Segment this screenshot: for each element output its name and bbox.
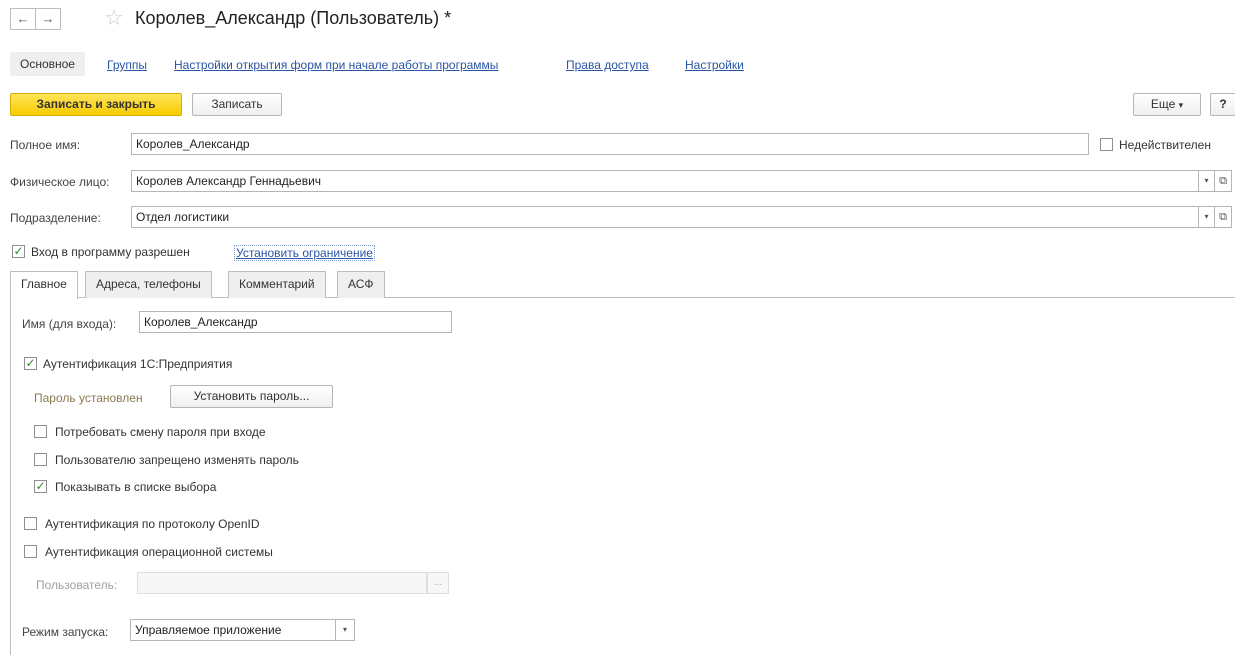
tab-main[interactable]: Главное — [10, 271, 78, 299]
department-input[interactable]: Отдел логистики — [131, 206, 1199, 228]
save-and-close-button[interactable]: Записать и закрыть — [10, 93, 182, 116]
password-status-label: Пароль установлен — [34, 391, 143, 405]
os-auth-checkbox[interactable] — [24, 545, 37, 558]
chevron-down-icon: ▾ — [1204, 212, 1209, 221]
forbid-change-checkbox[interactable] — [34, 453, 47, 466]
full-name-input[interactable]: Королев_Александр — [131, 133, 1089, 155]
nav-groups[interactable]: Группы — [107, 58, 147, 72]
forward-button[interactable]: → — [35, 8, 61, 30]
page-title: Королев_Александр (Пользователь) * — [135, 8, 452, 28]
back-button[interactable]: ← — [10, 8, 36, 30]
tab-asf[interactable]: АСФ — [337, 271, 385, 298]
arrow-right-icon: → — [41, 11, 55, 26]
login-allowed-label: Вход в программу разрешен — [31, 245, 190, 259]
os-user-select-button[interactable]: ... — [427, 572, 449, 594]
person-input[interactable]: Королев Александр Геннадьевич — [131, 170, 1199, 192]
set-restriction-link[interactable]: Установить ограничение — [234, 245, 375, 261]
os-user-input[interactable] — [137, 572, 427, 594]
arrow-left-icon: ← — [16, 11, 30, 26]
check-icon: ✓ — [25, 356, 36, 370]
launch-mode-label: Режим запуска: — [22, 625, 109, 639]
enterprise-auth-label: Аутентификация 1С:Предприятия — [43, 357, 233, 371]
tab-addresses[interactable]: Адреса, телефоны — [85, 271, 212, 298]
open-window-icon: ⧉ — [1219, 175, 1227, 187]
require-change-label: Потребовать смену пароля при входе — [55, 425, 266, 439]
login-name-input[interactable]: Королев_Александр — [139, 311, 452, 333]
forbid-change-label: Пользователю запрещено изменять пароль — [55, 453, 299, 467]
set-password-button[interactable]: Установить пароль... — [170, 385, 333, 408]
check-icon: ✓ — [13, 244, 24, 258]
login-name-label: Имя (для входа): — [22, 317, 117, 331]
department-label: Подразделение: — [10, 211, 101, 225]
nav-startup-forms[interactable]: Настройки открытия форм при начале работ… — [174, 58, 498, 72]
favorite-star-icon[interactable]: ☆ — [104, 5, 124, 31]
nav-main[interactable]: Основное — [10, 52, 85, 76]
full-name-label: Полное имя: — [10, 138, 81, 152]
invalid-checkbox[interactable] — [1100, 138, 1113, 151]
ellipsis-icon: ... — [433, 577, 443, 588]
more-button[interactable]: Еще ▾ — [1133, 93, 1201, 116]
tab-comment[interactable]: Комментарий — [228, 271, 326, 298]
open-window-icon: ⧉ — [1219, 211, 1227, 223]
launch-mode-dropdown-button[interactable]: ▾ — [335, 619, 355, 641]
launch-mode-select[interactable]: Управляемое приложение — [130, 619, 336, 641]
show-in-list-checkbox[interactable]: ✓ — [34, 480, 47, 493]
department-open-button[interactable]: ⧉ — [1215, 206, 1232, 228]
more-label: Еще — [1150, 97, 1176, 111]
chevron-down-icon: ▾ — [1178, 100, 1184, 110]
require-change-checkbox[interactable] — [34, 425, 47, 438]
openid-auth-label: Аутентификация по протоколу OpenID — [45, 517, 260, 531]
tab-panel-border — [10, 298, 11, 655]
person-dropdown-button[interactable]: ▾ — [1198, 170, 1215, 192]
enterprise-auth-checkbox[interactable]: ✓ — [24, 357, 37, 370]
help-button[interactable]: ? — [1210, 93, 1235, 116]
os-auth-label: Аутентификация операционной системы — [45, 545, 273, 559]
chevron-down-icon: ▾ — [1204, 176, 1209, 185]
person-label: Физическое лицо: — [10, 175, 110, 189]
login-allowed-checkbox[interactable]: ✓ — [12, 245, 25, 258]
nav-access-rights[interactable]: Права доступа — [566, 58, 649, 72]
show-in-list-label: Показывать в списке выбора — [55, 480, 217, 494]
person-open-button[interactable]: ⧉ — [1215, 170, 1232, 192]
nav-settings[interactable]: Настройки — [685, 58, 744, 72]
chevron-down-icon: ▾ — [342, 625, 347, 634]
openid-auth-checkbox[interactable] — [24, 517, 37, 530]
os-user-label: Пользователь: — [36, 578, 118, 592]
check-icon: ✓ — [35, 479, 46, 493]
invalid-label: Недействителен — [1119, 138, 1211, 152]
department-dropdown-button[interactable]: ▾ — [1198, 206, 1215, 228]
save-button[interactable]: Записать — [192, 93, 282, 116]
